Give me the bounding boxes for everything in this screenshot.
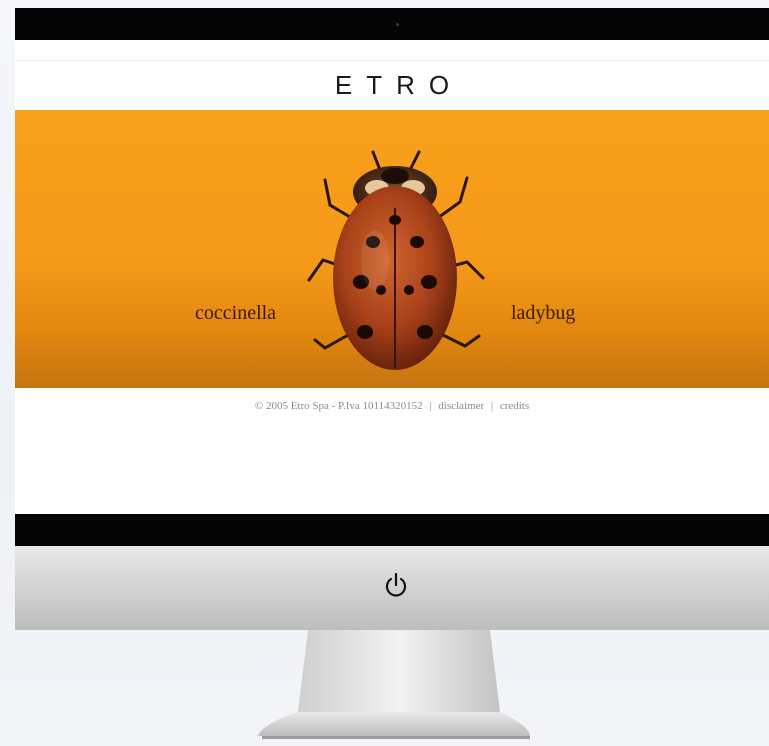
credits-link[interactable]: credits: [500, 400, 529, 412]
monitor-chin: [15, 546, 769, 630]
coccinella-label: coccinella: [195, 302, 277, 324]
monitor: ETRO coccinella ladybug © 2005 Etro Spa …: [15, 8, 769, 630]
header-divider: [15, 60, 769, 61]
copyright-text: © 2005 Etro Spa - P.Iva 10114320152: [254, 400, 423, 412]
ladybug-illustration: [307, 150, 485, 370]
footer-separator: |: [429, 400, 432, 412]
brand-logo[interactable]: ETRO: [15, 70, 769, 101]
monitor-bottom-bezel: [15, 514, 769, 546]
power-icon[interactable]: [383, 570, 409, 600]
camera-icon: [396, 23, 399, 26]
website-screen: ETRO coccinella ladybug © 2005 Etro Spa …: [15, 40, 769, 514]
monitor-top-bezel: [15, 8, 769, 40]
site-footer: © 2005 Etro Spa - P.Iva 10114320152 | di…: [15, 400, 769, 412]
footer-separator: |: [490, 400, 494, 412]
ladybug-label: ladybug: [511, 302, 576, 324]
hero-banner[interactable]: coccinella ladybug: [15, 110, 769, 388]
disclaimer-link[interactable]: disclaimer: [438, 400, 484, 412]
